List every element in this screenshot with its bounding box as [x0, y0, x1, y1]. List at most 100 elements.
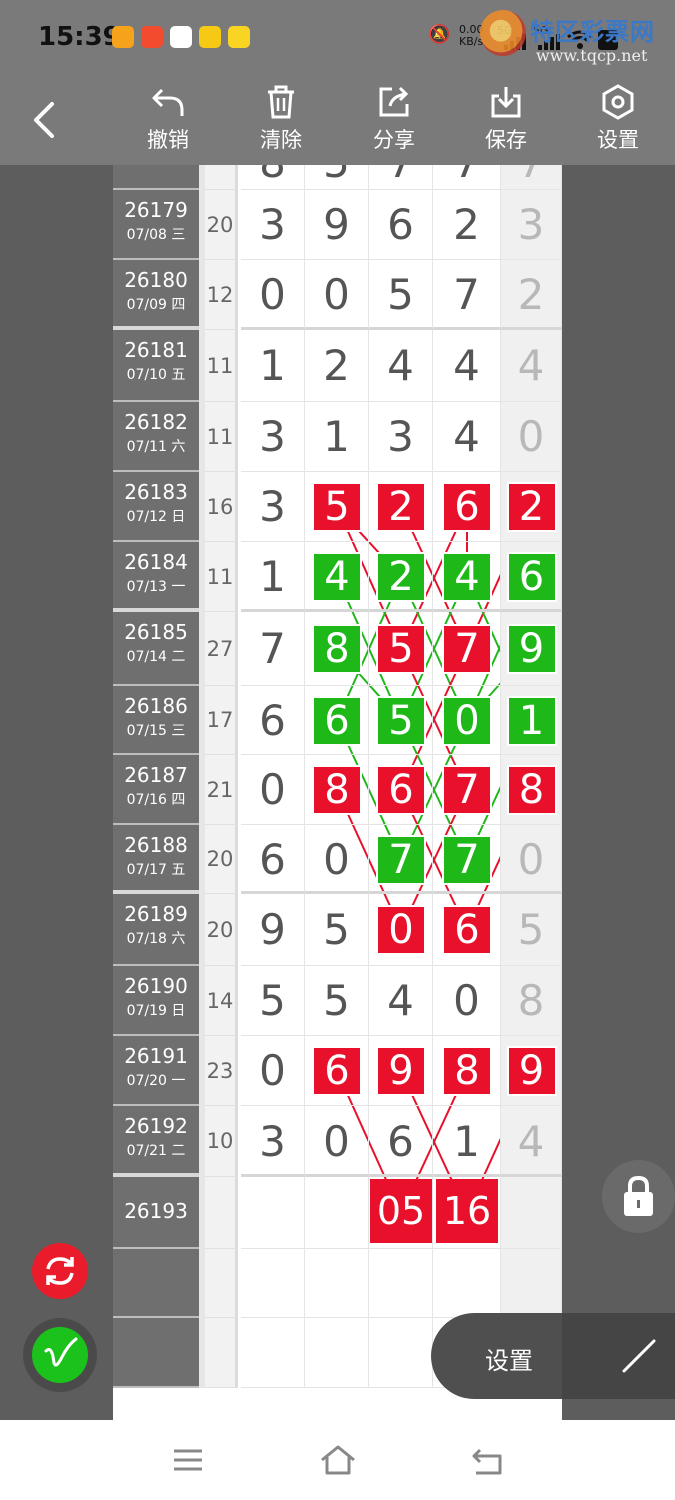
red-digit-mark: 6 — [444, 907, 490, 953]
digit-cell[interactable]: 4 — [369, 966, 433, 1036]
digit-cell[interactable] — [369, 1318, 433, 1388]
line-tool-button[interactable] — [562, 1313, 675, 1399]
settings-button[interactable]: 设置 — [578, 84, 658, 160]
digit-cell[interactable] — [305, 1177, 369, 1249]
digit-cell[interactable]: 1 — [305, 402, 369, 472]
back-icon[interactable] — [28, 100, 64, 140]
digit-cell[interactable]: 3 — [369, 402, 433, 472]
digit-cell[interactable]: 6 — [369, 190, 433, 260]
issue-date: 07/15 三 — [126, 723, 186, 739]
table-row[interactable] — [113, 1249, 562, 1318]
digit-cell[interactable]: 3 — [241, 402, 305, 472]
table-row[interactable]: 26181 07/10 五 11 1 2 4 4 4 — [113, 330, 562, 402]
digit-cell[interactable] — [241, 1249, 305, 1318]
digit-cell[interactable]: 1 — [241, 330, 305, 402]
digit-cell[interactable]: 5 — [241, 966, 305, 1036]
digit-cell[interactable]: 2 — [305, 330, 369, 402]
save-button[interactable]: 保存 — [466, 84, 546, 160]
digit-cell[interactable]: 5 — [305, 165, 369, 190]
undo-button[interactable]: 撤销 — [128, 84, 208, 160]
red-digit-mark: 6 — [378, 767, 424, 813]
digit-cell[interactable]: 6 — [369, 1106, 433, 1177]
table-row[interactable]: 26182 07/11 六 11 3 1 3 4 0 — [113, 402, 562, 472]
refresh-button[interactable] — [32, 1243, 88, 1299]
issue-number: 26180 — [124, 268, 188, 292]
digit-cell[interactable] — [501, 1249, 562, 1318]
digit-cell[interactable]: 0 — [433, 966, 501, 1036]
digit-cell[interactable]: 0 — [501, 402, 562, 472]
digit-cell[interactable]: 4 — [433, 402, 501, 472]
digit-cell[interactable]: 5 — [369, 260, 433, 330]
digit-cell[interactable]: 7 — [501, 165, 562, 190]
digit-cell[interactable]: 0 — [305, 825, 369, 894]
prediction-box[interactable]: 05 — [370, 1179, 432, 1243]
issue-number: 26181 — [124, 338, 188, 362]
digit-cell[interactable]: 7 — [433, 260, 501, 330]
digit-cell[interactable]: 8 — [241, 165, 305, 190]
digit-cell[interactable]: 7 — [369, 165, 433, 190]
table-row[interactable]: 07/07 二85777 — [113, 165, 562, 190]
settings-pill[interactable]: 设置 — [431, 1313, 675, 1399]
prediction-box[interactable]: 16 — [436, 1179, 498, 1243]
table-row[interactable]: 26180 07/09 四 12 0 0 5 7 2 — [113, 260, 562, 330]
lock-button[interactable] — [602, 1160, 675, 1233]
table-row[interactable]: 26179 07/08 三 20 3 9 6 2 3 — [113, 190, 562, 260]
sum-cell: 11 — [205, 542, 238, 612]
green-digit-mark: 2 — [378, 554, 424, 600]
digit-cell[interactable] — [305, 1318, 369, 1388]
digit-cell[interactable]: 0 — [305, 260, 369, 330]
red-digit-mark: 7 — [444, 626, 490, 672]
digit-cell[interactable]: 0 — [501, 825, 562, 894]
table-row[interactable]: 2618807/17 五2060770 — [113, 825, 562, 894]
digit-cell[interactable]: 5 — [501, 894, 562, 966]
digit-cell[interactable]: 2 — [433, 190, 501, 260]
issue-number: 26186 — [124, 694, 188, 718]
digit-cell[interactable] — [305, 1249, 369, 1318]
digit-cell[interactable]: 2 — [501, 260, 562, 330]
digit-cell[interactable]: 0 — [241, 1036, 305, 1106]
digit-cell[interactable]: 4 — [369, 330, 433, 402]
red-digit-mark: 2 — [508, 484, 555, 530]
digit-cell[interactable]: 0 — [305, 1106, 369, 1177]
digit-cell[interactable]: 6 — [241, 825, 305, 894]
clear-label: 清除 — [260, 128, 302, 152]
digit-cell[interactable]: 9 — [305, 190, 369, 260]
home-icon[interactable] — [319, 1444, 357, 1476]
digit-cell[interactable]: 5 — [305, 966, 369, 1036]
digit-cell[interactable]: 1 — [241, 542, 305, 612]
digit-cell[interactable]: 3 — [241, 190, 305, 260]
return-icon[interactable] — [470, 1446, 504, 1476]
digit-cell[interactable] — [369, 1249, 433, 1318]
digit-cell[interactable]: 5 — [305, 894, 369, 966]
digit-cell[interactable]: 7 — [433, 165, 501, 190]
digit-cell[interactable]: 3 — [241, 1106, 305, 1177]
digit-cell[interactable] — [501, 1177, 562, 1249]
lottery-trend-grid[interactable]: 07/07 二857772617907/08 三20396232618007/0… — [113, 165, 562, 1420]
digit-cell[interactable]: 6 — [241, 686, 305, 755]
digit-cell[interactable]: 3 — [501, 190, 562, 260]
clear-button[interactable]: 清除 — [241, 84, 321, 160]
share-button[interactable]: 分享 — [354, 84, 434, 160]
toolbar: 撤销 清除 分享 保存 设置 — [0, 72, 675, 165]
digit-cell[interactable]: 4 — [433, 330, 501, 402]
digit-cell[interactable]: 1 — [433, 1106, 501, 1177]
digit-cell[interactable]: 4 — [501, 1106, 562, 1177]
digit-cell[interactable]: 0 — [241, 755, 305, 825]
digit-cell[interactable]: 7 — [241, 612, 305, 686]
digit-cell[interactable] — [241, 1177, 305, 1249]
green-digit-mark: 6 — [314, 697, 360, 744]
table-row[interactable]: 26192 07/21 二 10 3 0 6 1 4 — [113, 1106, 562, 1177]
menu-icon[interactable] — [172, 1447, 204, 1473]
pen-toggle-button[interactable] — [23, 1318, 97, 1392]
digit-cell[interactable] — [241, 1318, 305, 1388]
digit-cell[interactable]: 9 — [241, 894, 305, 966]
digit-cell[interactable]: 0 — [241, 260, 305, 330]
table-row[interactable]: 26190 07/19 日 14 5 5 4 0 8 — [113, 966, 562, 1036]
digit-cell[interactable]: 4 — [501, 330, 562, 402]
digit-cell[interactable]: 3 — [241, 472, 305, 542]
digit-cell[interactable] — [433, 1249, 501, 1318]
issue-cell: 26184 07/13 一 — [113, 542, 199, 612]
table-row[interactable]: 2618907/18 六2095065 — [113, 894, 562, 966]
digit-cell[interactable]: 8 — [501, 966, 562, 1036]
sum-cell: 14 — [205, 966, 238, 1036]
